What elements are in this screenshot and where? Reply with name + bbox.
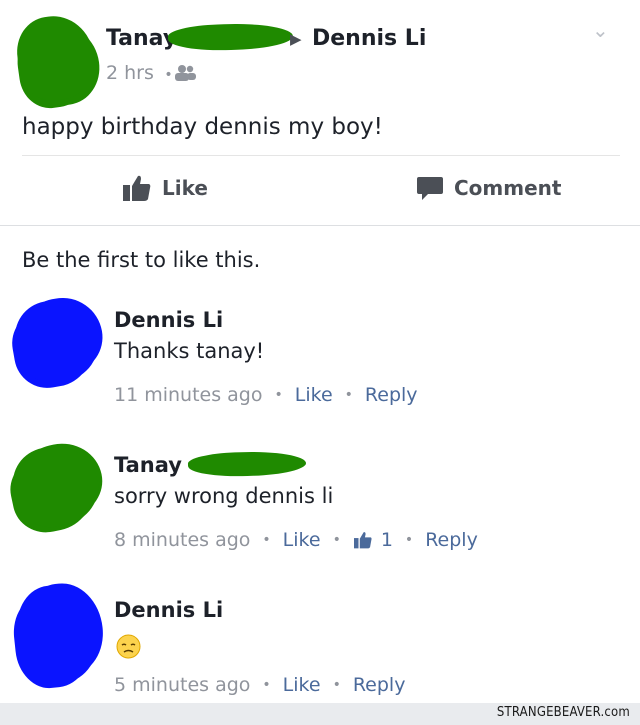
divider: [22, 155, 620, 156]
avatar[interactable]: [9, 293, 105, 389]
comment-time[interactable]: 8 minutes ago: [114, 529, 250, 551]
comment-time[interactable]: 5 minutes ago: [114, 674, 250, 696]
comment-like-button[interactable]: Like: [295, 384, 333, 406]
comment-author[interactable]: Dennis Li: [114, 308, 223, 332]
chevron-down-icon[interactable]: ⌄: [592, 18, 609, 42]
separator-dot: •: [332, 532, 341, 548]
separator-dot: •: [332, 677, 341, 693]
disappointed-face-emoji: [116, 634, 141, 659]
comment-button-label: Comment: [454, 176, 562, 200]
like-button-label: Like: [162, 176, 208, 200]
avatar[interactable]: [12, 11, 100, 105]
comment-meta: 11 minutes ago • Like • Reply: [114, 384, 418, 406]
comment-meta: 5 minutes ago • Like • Reply: [114, 674, 405, 696]
comment-like-button[interactable]: Like: [283, 674, 321, 696]
separator-dot: •: [344, 387, 353, 403]
comment-author[interactable]: Dennis Li: [114, 598, 223, 622]
separator-dot: •: [262, 532, 271, 548]
like-count-value: 1: [380, 529, 393, 551]
comment-text: sorry wrong dennis li: [114, 484, 334, 508]
post-timestamp[interactable]: 2 hrs •: [106, 62, 173, 84]
comment-reply-button[interactable]: Reply: [425, 529, 478, 551]
post-recipient-name[interactable]: Dennis Li: [312, 26, 426, 51]
post-text: happy birthday dennis my boy!: [22, 114, 383, 140]
comment-button[interactable]: Comment: [416, 174, 561, 202]
separator-dot: •: [262, 677, 271, 693]
friends-icon: [175, 65, 196, 81]
post-time-text: 2 hrs: [106, 62, 154, 84]
comment-meta: 8 minutes ago • Like • 1 • Reply: [114, 529, 478, 551]
redaction-scribble: [187, 449, 307, 479]
comment-reply-button[interactable]: Reply: [353, 674, 406, 696]
comment-like-count[interactable]: 1: [353, 529, 393, 551]
comment-like-button[interactable]: Like: [283, 529, 321, 551]
avatar[interactable]: [6, 438, 106, 534]
thumbs-up-icon: [353, 532, 372, 549]
arrow-right-icon: ▶: [290, 30, 302, 48]
comment-author[interactable]: Tanay: [114, 453, 182, 477]
likes-summary: Be the first to like this.: [22, 248, 261, 272]
comment-icon: [417, 177, 443, 200]
post-author-name[interactable]: Tanay: [106, 26, 177, 51]
comment-time[interactable]: 11 minutes ago: [114, 384, 263, 406]
separator-dot: •: [159, 67, 173, 83]
thumbs-up-icon: [123, 175, 151, 201]
avatar[interactable]: [13, 581, 103, 687]
watermark: STRANGEBEAVER.com: [496, 705, 630, 720]
section-divider: [0, 225, 640, 226]
separator-dot: •: [274, 387, 283, 403]
like-button[interactable]: Like: [122, 174, 208, 202]
comment-text: Thanks tanay!: [114, 339, 265, 363]
comment-reply-button[interactable]: Reply: [365, 384, 418, 406]
separator-dot: •: [404, 532, 414, 548]
redaction-scribble: [167, 21, 294, 53]
